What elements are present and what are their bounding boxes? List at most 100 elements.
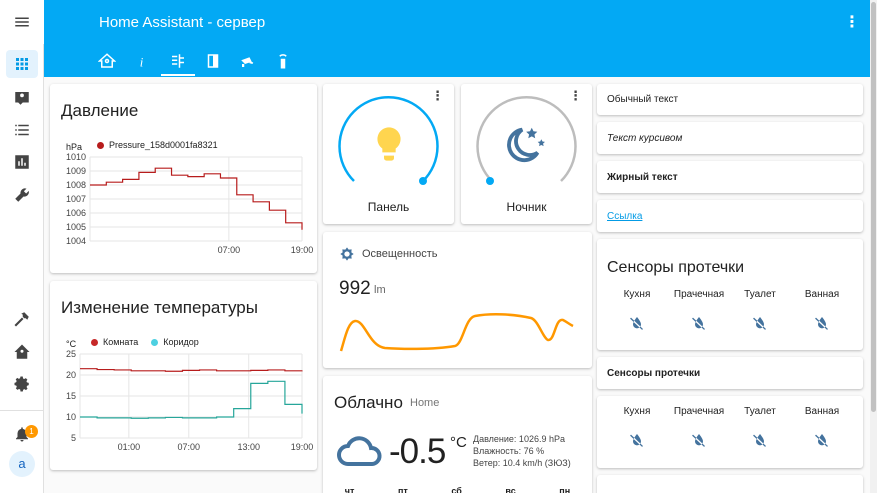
map-icon[interactable]: [6, 84, 38, 112]
weather-card[interactable]: Облачно Home -0.5 °C Давление: 1026.9 hP…: [323, 376, 592, 493]
x-tick-label: 07:00: [218, 245, 241, 255]
italic-text: Текст курсивом: [607, 133, 683, 144]
illuminance-card[interactable]: Освещенность 992 lm: [323, 232, 592, 368]
forecast-day: пн: [559, 486, 571, 493]
app-header: Home Assistant - сервер ⋮ i: [0, 0, 870, 77]
leak-sensors-title: Сенсоры протечки: [607, 259, 745, 276]
y-tick-label: 20: [66, 370, 76, 380]
sidebar-divider: [0, 410, 44, 411]
page-title: Home Assistant - сервер: [99, 14, 266, 31]
tab-remote[interactable]: [266, 46, 300, 76]
x-tick-label: 07:00: [178, 442, 201, 452]
water-off-icon[interactable]: [691, 315, 707, 331]
pressure-chart: 1010 1009 1008 1007 1006 1005 1004 07:00 19:00: [66, 152, 314, 255]
night-light-label: Ночник: [506, 200, 547, 214]
water-off-icon[interactable]: [752, 432, 768, 448]
forecast-day: сб: [451, 486, 462, 493]
leak-room-label: Туалет: [744, 406, 776, 417]
y-tick-label: 15: [66, 391, 76, 401]
link-text[interactable]: Ссылка: [607, 211, 642, 222]
weather-pressure: Давление: 1026.9 hPa: [473, 434, 565, 444]
leak-room-label: Ванная: [804, 406, 840, 417]
settings-icon[interactable]: [6, 370, 38, 398]
illuminance-title: Освещенность: [362, 248, 438, 260]
leak-room-label: Прачечная: [673, 289, 725, 300]
wrench-icon[interactable]: [6, 181, 38, 209]
leak-room-label: Кухня: [623, 406, 651, 417]
markdown-link-card: Ссылка: [597, 200, 863, 232]
menu-button[interactable]: [0, 0, 44, 44]
y-tick-label: 1010: [66, 152, 86, 162]
x-tick-label: 01:00: [118, 442, 141, 452]
scrollbar-thumb[interactable]: [871, 2, 876, 412]
y-tick-label: 1006: [66, 208, 86, 218]
bold-text: Жирный текст: [607, 172, 678, 183]
illuminance-value: 992: [339, 278, 371, 299]
forecast-day: пт: [397, 486, 408, 493]
history-icon[interactable]: [6, 148, 38, 176]
water-off-icon[interactable]: [752, 315, 768, 331]
night-light-card[interactable]: ⋮ Ночник: [461, 84, 592, 224]
y-tick-label: 1008: [66, 180, 86, 190]
y-tick-label: 1004: [66, 236, 86, 246]
water-off-icon[interactable]: [691, 432, 707, 448]
x-tick-label: 19:00: [291, 245, 314, 255]
forecast-days: чт пт сб вс пн: [323, 486, 592, 493]
y-tick-label: 5: [71, 433, 76, 443]
water-off-icon[interactable]: [814, 432, 830, 448]
y-tick-label: 25: [66, 349, 76, 359]
y-tick-label: 1009: [66, 166, 86, 176]
weather-humidity: Влажность: 76 %: [473, 446, 545, 456]
tab-info[interactable]: i: [125, 46, 159, 76]
light-panel-card[interactable]: ⋮ Панель: [323, 84, 454, 224]
weather-condition: Облачно: [334, 393, 403, 412]
weather-location: Home: [410, 397, 440, 409]
leak-sensors-card: Сенсоры протечки Кухня Прачечная Туалет …: [597, 239, 863, 350]
illuminance-unit: lm: [374, 284, 386, 296]
sidebar: 1 a: [0, 0, 44, 493]
water-off-icon[interactable]: [814, 315, 830, 331]
pressure-card: Давление hPa Pressure_158d0001fa8321 101…: [50, 84, 317, 273]
series-line: [80, 368, 303, 372]
svg-text:i: i: [140, 55, 144, 69]
leak-room-label: Прачечная: [673, 406, 725, 417]
brightness-icon: [340, 247, 354, 261]
tab-door[interactable]: [196, 46, 230, 76]
home-assistant-icon[interactable]: [6, 338, 38, 366]
light-panel-label: Панель: [367, 200, 410, 214]
leak-sensors-bold-title: Сенсоры протечки: [607, 368, 701, 379]
temperature-chart: 25 20 15 10 5 01:00 07:00 13:00 19:00: [66, 349, 314, 452]
markdown-bold-card: Жирный текст: [597, 161, 863, 193]
user-avatar[interactable]: a: [9, 451, 35, 477]
series-line: [80, 380, 303, 419]
markdown-italic-card: Текст курсивом: [597, 122, 863, 154]
y-tick-label: 1005: [66, 222, 86, 232]
tab-automation[interactable]: [161, 46, 195, 76]
partial-card: [597, 475, 863, 493]
forecast-day: чт: [344, 486, 355, 493]
more-options-icon[interactable]: ⋮: [842, 12, 862, 32]
forecast-day: вс: [505, 486, 516, 493]
water-off-icon[interactable]: [629, 432, 645, 448]
plain-text: Обычный текст: [607, 94, 679, 105]
weather-temperature: -0.5: [389, 432, 446, 471]
notification-badge: 1: [25, 425, 38, 438]
tab-camera[interactable]: [231, 46, 265, 76]
x-tick-label: 19:00: [291, 442, 314, 452]
overview-icon[interactable]: [6, 50, 38, 78]
tab-home[interactable]: [90, 46, 124, 76]
leak-room-label: Туалет: [744, 289, 776, 300]
leak-sensors-header-card: Сенсоры протечки: [597, 357, 863, 389]
weather-details: Давление: 1026.9 hPa Влажность: 76 % Вет…: [473, 433, 571, 469]
water-off-icon[interactable]: [629, 315, 645, 331]
weather-temp-unit: °C: [450, 434, 467, 451]
leak-sensors-card-2: Кухня Прачечная Туалет Ванная: [597, 396, 863, 468]
x-tick-label: 13:00: [237, 442, 260, 452]
markdown-plain-card: Обычный текст: [597, 84, 863, 115]
moon-stars-icon[interactable]: [503, 122, 549, 168]
logbook-icon[interactable]: [6, 116, 38, 144]
cloudy-icon: [337, 436, 382, 466]
hammer-icon[interactable]: [6, 305, 38, 333]
illuminance-sparkline: [339, 313, 574, 352]
lightbulb-icon[interactable]: [369, 122, 409, 166]
